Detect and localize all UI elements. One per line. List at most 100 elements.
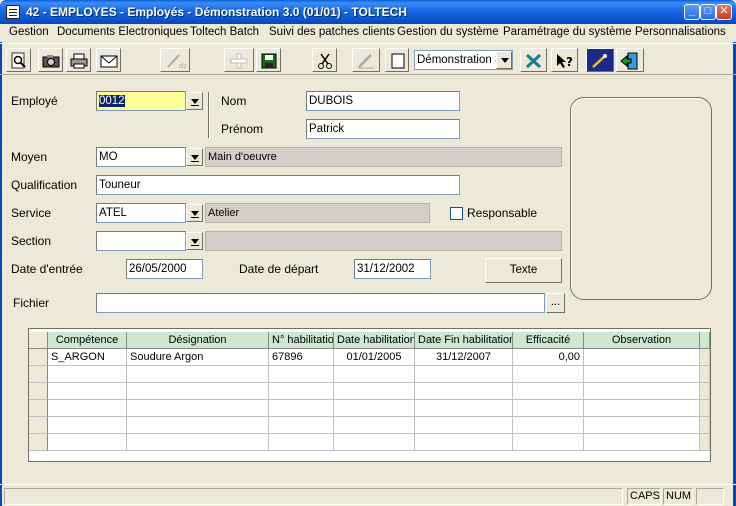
fichier-field[interactable] — [96, 293, 545, 313]
grid-cell[interactable] — [48, 383, 127, 400]
employe-dropdown-button[interactable] — [186, 92, 203, 110]
grid-cell[interactable]: 01/01/2005 — [334, 349, 415, 366]
menu-parametrage-systeme[interactable]: Paramétrage du système — [503, 26, 631, 38]
nom-field[interactable]: DUBOIS — [306, 91, 460, 111]
grid-cell[interactable] — [415, 383, 513, 400]
service-value: ATEL — [99, 207, 127, 219]
grid-cell[interactable] — [269, 417, 334, 434]
employe-field[interactable]: 0012 — [96, 91, 186, 111]
grid-cell[interactable] — [513, 434, 584, 451]
grid-cell[interactable]: 0,00 — [513, 349, 584, 366]
date-entree-field[interactable]: 26/05/2000 — [126, 259, 203, 279]
row-selector[interactable] — [29, 366, 48, 383]
grid-cell[interactable] — [513, 400, 584, 417]
section-dropdown-button[interactable] — [186, 232, 203, 250]
grid-header[interactable]: N° habilitation — [269, 332, 334, 349]
responsable-checkbox[interactable] — [450, 207, 463, 220]
cut-button[interactable] — [312, 48, 337, 72]
qualification-field[interactable]: Touneur — [96, 175, 460, 195]
grid-cell[interactable] — [513, 417, 584, 434]
grid-cell[interactable] — [415, 434, 513, 451]
edit-button[interactable]: dz — [160, 48, 190, 72]
grid-cell[interactable] — [334, 400, 415, 417]
grid-header[interactable]: Date habilitation — [334, 332, 415, 349]
mail-button[interactable] — [96, 48, 121, 72]
row-selector[interactable] — [29, 434, 48, 451]
section-field[interactable] — [96, 231, 186, 251]
save-button[interactable] — [256, 48, 281, 72]
grid-cell[interactable]: Soudure Argon — [127, 349, 269, 366]
grid-cell[interactable] — [513, 383, 584, 400]
close-button[interactable]: ✕ — [716, 4, 732, 20]
print-button[interactable] — [66, 48, 91, 72]
minimize-button[interactable]: _ — [684, 4, 700, 20]
grid-cell[interactable] — [269, 383, 334, 400]
grid-cell[interactable] — [334, 383, 415, 400]
grid-cell[interactable] — [127, 366, 269, 383]
browse-button[interactable]: ... — [546, 293, 565, 313]
row-selector[interactable] — [29, 417, 48, 434]
grid-cell[interactable] — [584, 366, 700, 383]
grid-cell[interactable] — [584, 434, 700, 451]
grid-cell[interactable] — [334, 434, 415, 451]
grid-cell[interactable] — [584, 417, 700, 434]
grid-cell[interactable] — [584, 383, 700, 400]
menu-gestion-systeme[interactable]: Gestion du système — [397, 26, 499, 38]
grid-cell[interactable] — [127, 383, 269, 400]
grid-cell[interactable] — [127, 434, 269, 451]
grid-header[interactable]: Compétence — [48, 332, 127, 349]
camera-button[interactable] — [38, 48, 63, 72]
grid-header[interactable]: Date Fin habilitation — [415, 332, 513, 349]
grid-cell[interactable] — [334, 417, 415, 434]
grid-header[interactable]: Désignation — [127, 332, 269, 349]
grid-cell[interactable] — [127, 400, 269, 417]
row-selector[interactable] — [29, 383, 48, 400]
row-selector[interactable] — [29, 400, 48, 417]
grid-header[interactable]: Observation — [584, 332, 700, 349]
add-button[interactable] — [224, 48, 254, 72]
grid-cell[interactable] — [48, 434, 127, 451]
company-select[interactable]: Démonstration 3 — [414, 50, 513, 70]
service-dropdown-button[interactable] — [186, 204, 203, 222]
magic-button[interactable] — [586, 48, 614, 72]
grid-cell[interactable] — [415, 366, 513, 383]
grid-cell[interactable]: S_ARGON — [48, 349, 127, 366]
moyen-field[interactable]: MO — [96, 147, 186, 167]
search-button[interactable] — [6, 48, 31, 72]
grid-cell[interactable] — [269, 366, 334, 383]
row-selector[interactable] — [29, 349, 48, 366]
grid-cell[interactable]: 31/12/2007 — [415, 349, 513, 366]
grid-cell[interactable] — [48, 400, 127, 417]
grid-cell[interactable] — [127, 417, 269, 434]
texte-button[interactable]: Texte — [485, 258, 562, 283]
grid-cell[interactable] — [48, 417, 127, 434]
menu-gestion[interactable]: Gestion — [9, 26, 49, 38]
menu-toltech-batch[interactable]: Toltech Batch — [190, 26, 259, 38]
date-depart-field[interactable]: 31/12/2002 — [354, 259, 431, 279]
grid-cell[interactable] — [513, 366, 584, 383]
grid-cell[interactable] — [584, 349, 700, 366]
new-page-button[interactable] — [385, 48, 409, 72]
grid-cell[interactable] — [334, 366, 415, 383]
help-button[interactable]: ? — [551, 48, 578, 72]
grid-cell[interactable] — [48, 366, 127, 383]
menu-documents-electroniques[interactable]: Documents Electroniques — [57, 26, 188, 38]
exit-button[interactable] — [616, 48, 644, 72]
grid-cell[interactable] — [415, 417, 513, 434]
menu-suivi-patches[interactable]: Suivi des patches clients — [269, 26, 395, 38]
grid-header[interactable]: Efficacité — [513, 332, 584, 349]
app-icon[interactable] — [6, 5, 20, 19]
service-field[interactable]: ATEL — [96, 203, 186, 223]
grid-cell[interactable] — [584, 400, 700, 417]
chevron-down-icon[interactable] — [496, 51, 512, 69]
pencil-button[interactable] — [352, 48, 380, 72]
grid-cell[interactable] — [269, 400, 334, 417]
maximize-button[interactable]: □ — [700, 4, 716, 20]
grid-cell[interactable] — [269, 434, 334, 451]
prenom-field[interactable]: Patrick — [306, 119, 460, 139]
moyen-dropdown-button[interactable] — [186, 148, 203, 166]
grid-cell[interactable] — [415, 400, 513, 417]
tool-button[interactable] — [520, 48, 547, 72]
menu-personnalisations[interactable]: Personnalisations — [635, 26, 726, 38]
grid-cell[interactable]: 67896 — [269, 349, 334, 366]
